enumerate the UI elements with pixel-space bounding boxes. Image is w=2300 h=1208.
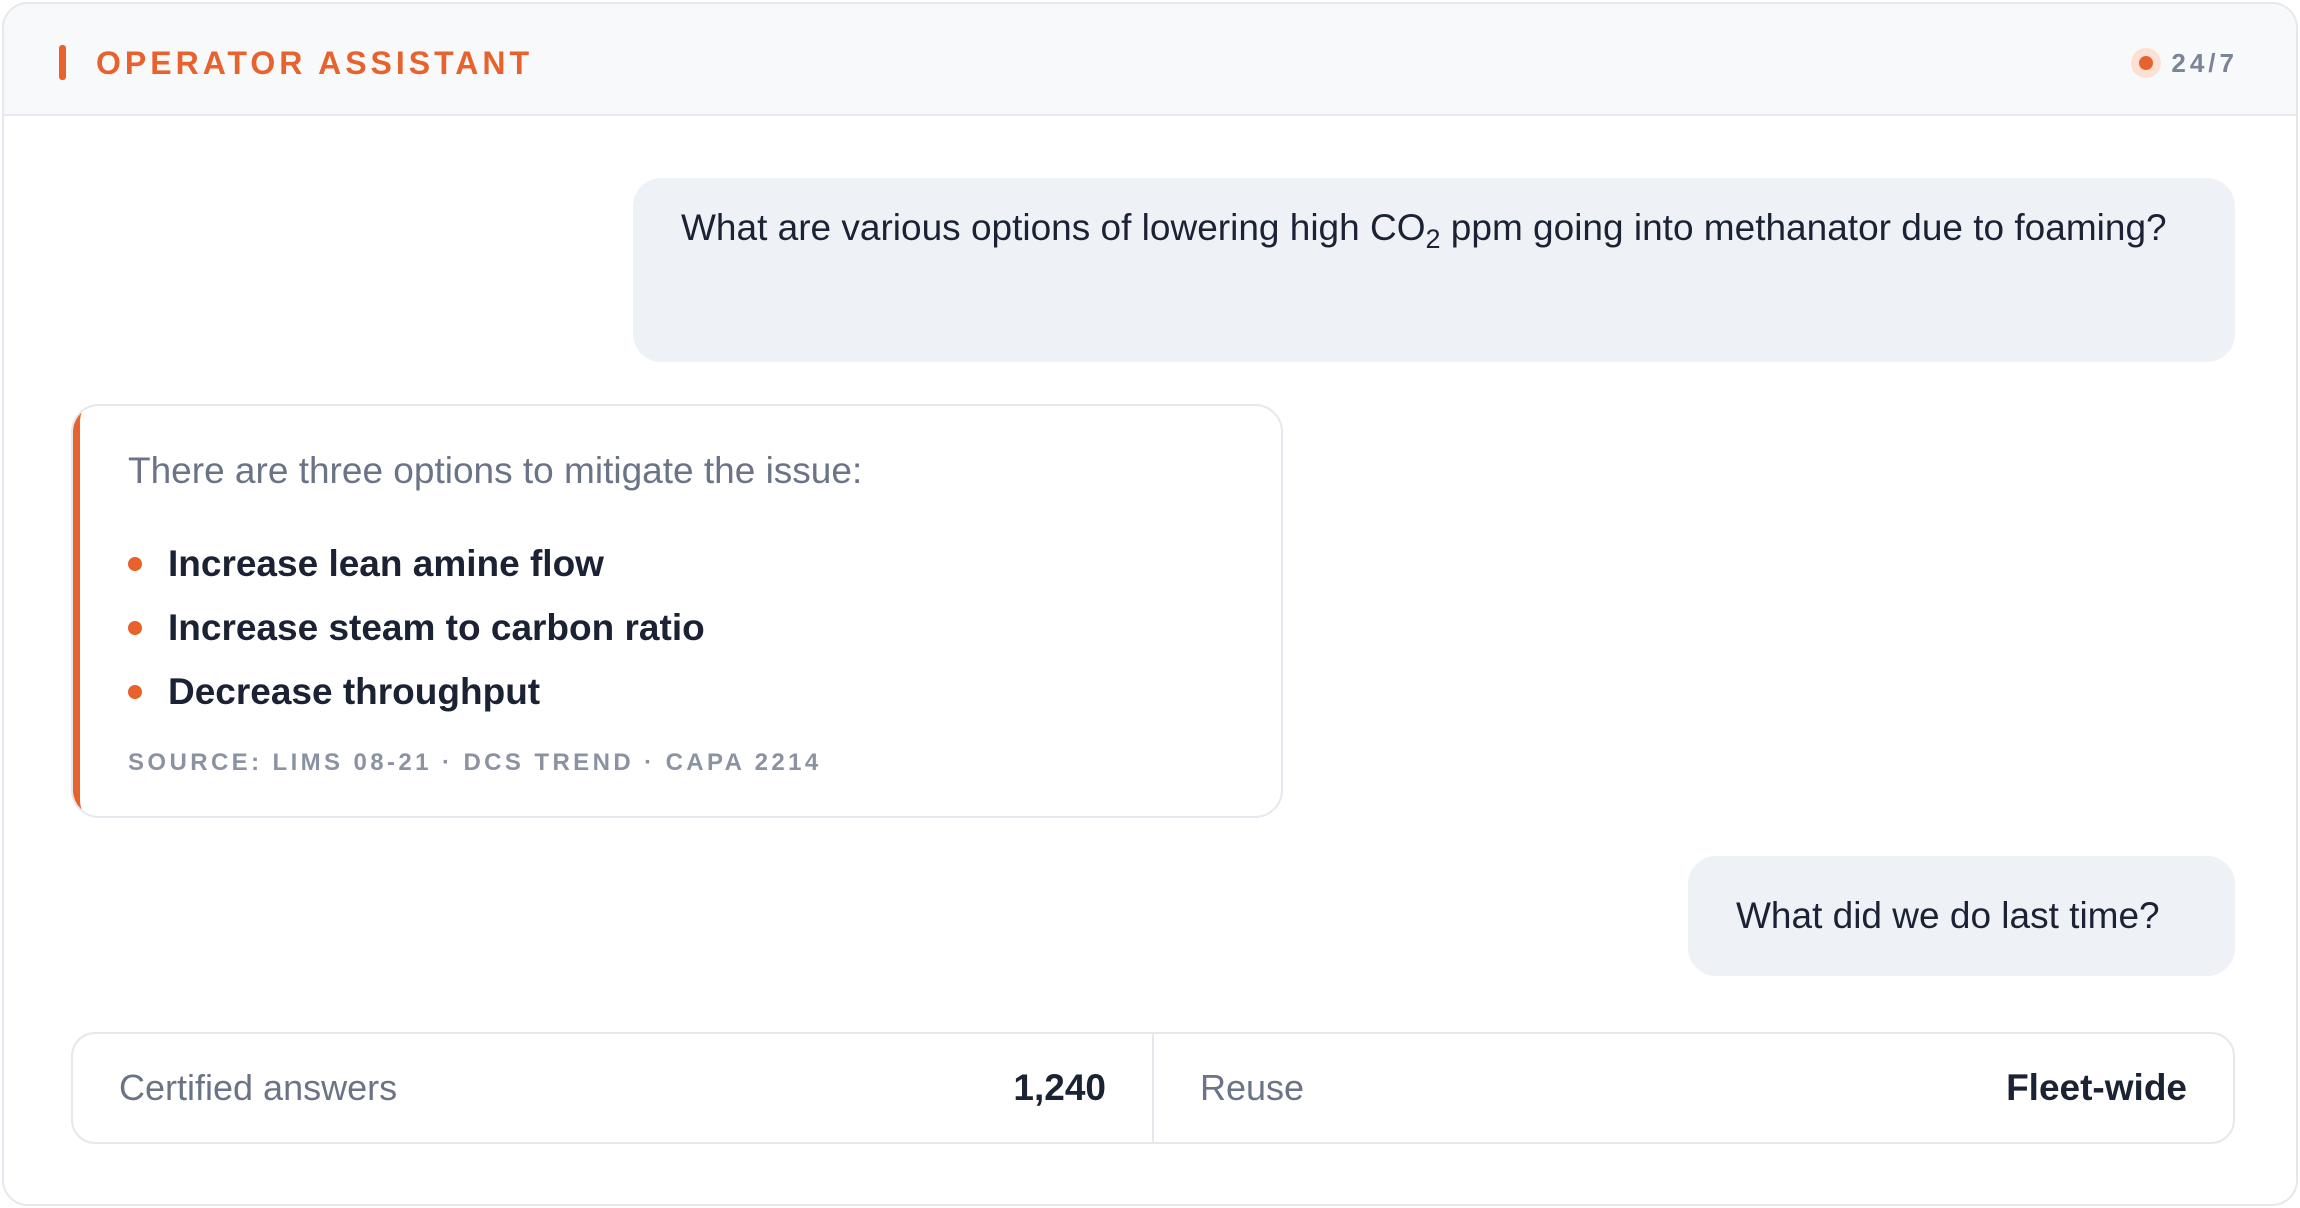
user-message-text-start: What are various options of lowering hig… xyxy=(681,207,1426,248)
status-text: 24/7 xyxy=(2171,47,2238,78)
user-message: What did we do last time? xyxy=(1688,856,2235,976)
co2-subscript: 2 xyxy=(1425,224,1441,254)
stats-bar: Certified answers 1,240 Reuse Fleet-wide xyxy=(71,1032,2235,1144)
stat-value: Fleet-wide xyxy=(2006,1067,2187,1108)
panel-header: OPERATOR ASSISTANT 24/7 xyxy=(4,4,2296,116)
option-label: Increase lean amine flow xyxy=(168,543,604,584)
answer-accent-bar xyxy=(73,406,89,816)
stat-label: Certified answers xyxy=(119,1067,398,1108)
answer-intro: There are three options to mitigate the … xyxy=(128,450,863,491)
user-message: What are various options of lowering hig… xyxy=(633,178,2235,362)
list-item: Increase steam to carbon ratio xyxy=(128,596,705,660)
option-label: Increase steam to carbon ratio xyxy=(168,607,705,648)
answer-source: SOURCE: LIMS 08-21 · DCS TREND · CAPA 22… xyxy=(128,749,822,776)
panel-title: OPERATOR ASSISTANT xyxy=(96,45,534,81)
bullet-icon xyxy=(128,557,142,571)
stat-value: 1,240 xyxy=(1013,1067,1106,1108)
header-accent-bar xyxy=(59,45,66,80)
status-dot-icon xyxy=(2131,48,2162,78)
bullet-icon xyxy=(128,621,142,635)
stat-certified-answers: Certified answers 1,240 xyxy=(73,1034,1152,1142)
option-label: Decrease throughput xyxy=(168,671,541,712)
bullet-icon xyxy=(128,685,142,699)
operator-assistant-panel: OPERATOR ASSISTANT 24/7 What are various… xyxy=(2,2,2298,1206)
user-message-text-end: ppm going into methanator due to foaming… xyxy=(1440,207,2167,248)
mitigation-options-list: Increase lean amine flow Increase steam … xyxy=(128,532,705,724)
list-item: Decrease throughput xyxy=(128,660,705,724)
stat-reuse: Reuse Fleet-wide xyxy=(1152,1034,2233,1142)
availability-status: 24/7 xyxy=(2131,44,2238,82)
list-item: Increase lean amine flow xyxy=(128,532,705,596)
assistant-answer: There are three options to mitigate the … xyxy=(71,404,1283,818)
stat-label: Reuse xyxy=(1200,1067,1305,1108)
